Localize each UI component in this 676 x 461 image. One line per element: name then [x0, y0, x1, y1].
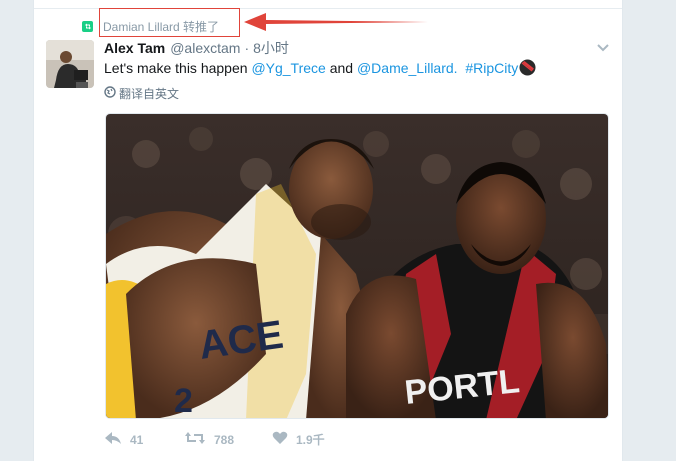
translate-label[interactable]: 翻译自英文 — [119, 85, 179, 102]
tweet-actions: 41 788 1.9千 — [104, 431, 325, 448]
reply-count: 41 — [130, 432, 144, 447]
tweet-timestamp[interactable]: 8小时 — [253, 38, 289, 58]
left-jersey-number: 2 — [174, 382, 193, 419]
heart-icon — [272, 431, 288, 448]
translate-link[interactable]: 翻译自英文 — [104, 85, 179, 102]
retweet-button[interactable]: 788 — [184, 431, 272, 448]
retweet-badge-icon — [82, 20, 93, 32]
tweet-media-photo[interactable]: ACE 2 PORTL — [105, 113, 609, 419]
reply-icon — [104, 431, 122, 448]
retweet-icon — [184, 431, 206, 448]
caret-down-icon[interactable] — [596, 40, 610, 58]
tweet-header: Alex Tam @alexctam · 8小时 — [104, 38, 289, 58]
tweet-text-and: and — [325, 60, 357, 76]
tweet-text: Let's make this happen @Yg_Trece and @Da… — [104, 59, 536, 79]
author-avatar[interactable] — [46, 40, 94, 88]
like-count: 1.9千 — [296, 433, 325, 447]
tweet-text-prefix: Let's make this happen — [104, 60, 252, 76]
mention-dame-lillard[interactable]: @Dame_Lillard. — [357, 60, 458, 76]
photo-two-players: ACE 2 PORTL — [106, 114, 608, 419]
globe-icon — [104, 86, 116, 101]
blazers-pinwheel-icon — [519, 59, 536, 79]
hashtag-ripcity[interactable]: #RipCity — [465, 60, 518, 76]
tweet-card[interactable]: Damian Lillard 转推了 Alex Tam @alexctam · … — [33, 0, 623, 461]
reply-button[interactable]: 41 — [104, 431, 184, 448]
author-name[interactable]: Alex Tam — [104, 40, 165, 56]
like-button[interactable]: 1.9千 — [272, 431, 325, 448]
mention-yg-trece[interactable]: @Yg_Trece — [251, 60, 325, 76]
annotation-arrow — [244, 13, 428, 31]
header-separator: · — [244, 40, 250, 56]
annotation-highlight-box — [99, 8, 240, 37]
retweet-count: 788 — [214, 432, 235, 447]
author-handle[interactable]: @alexctam — [170, 40, 240, 56]
